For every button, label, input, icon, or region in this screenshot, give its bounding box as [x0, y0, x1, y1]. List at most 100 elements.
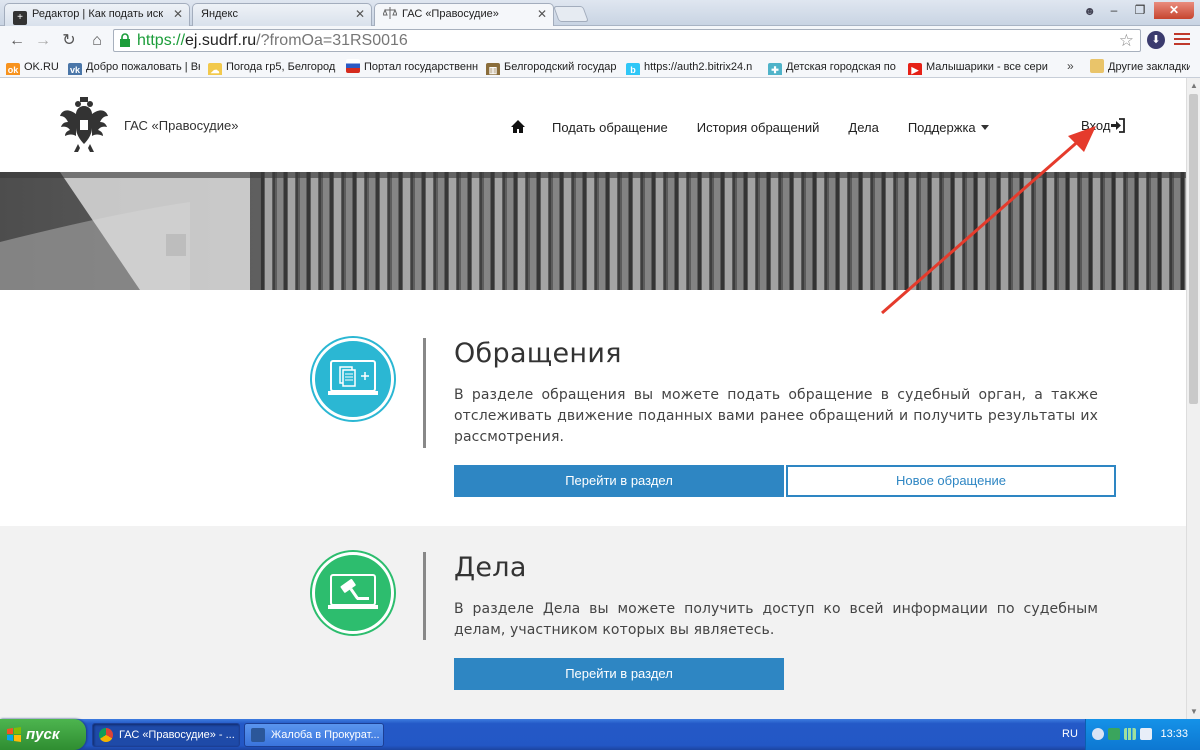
- cases-go-to-section-button[interactable]: Перейти в раздел: [454, 658, 784, 690]
- sign-in-icon: [1111, 118, 1126, 133]
- taskbar-item-word[interactable]: Жалоба в Прокурат...: [244, 723, 384, 747]
- ok-icon: ok: [6, 63, 20, 75]
- word-icon: [251, 728, 265, 742]
- bookmark-vk[interactable]: vk Добро пожаловать | Вк: [68, 59, 200, 75]
- site-title[interactable]: ГАС «Правосудие»: [124, 118, 238, 133]
- header-banner-image: [0, 172, 1186, 290]
- caret-down-icon: [980, 124, 989, 130]
- tab-editor[interactable]: + Редактор | Как подать иск ✕: [4, 3, 190, 26]
- browser-tab-strip: + Редактор | Как подать иск ✕ Яндекс ✕ ГА…: [0, 0, 1200, 27]
- youtube-icon: ▶: [908, 63, 922, 75]
- minimize-button[interactable]: –: [1102, 2, 1126, 19]
- menu-icon[interactable]: [1174, 33, 1190, 47]
- reload-button[interactable]: ↻: [58, 30, 80, 52]
- close-icon[interactable]: ✕: [173, 4, 183, 25]
- bitrix-icon: b: [626, 63, 640, 75]
- windows-taskbar: пуск ГАС «Правосудие» - ... Жалоба в Про…: [0, 719, 1200, 750]
- bookmark-bitrix[interactable]: b https://auth2.bitrix24.n: [626, 59, 760, 75]
- scales-icon: [382, 6, 398, 20]
- start-button[interactable]: пуск: [0, 719, 86, 750]
- close-window-button[interactable]: ✕: [1154, 2, 1194, 19]
- cases-title: Дела: [454, 552, 527, 583]
- user-icon[interactable]: ☻: [1083, 4, 1096, 18]
- address-bar[interactable]: https://ej.sudrf.ru/?fromOa=31RS0016 ☆: [113, 29, 1141, 52]
- url-host: ej.sudrf.ru: [185, 32, 257, 49]
- other-bookmarks[interactable]: Другие закладки: [1090, 59, 1190, 75]
- building-icon: ▥: [486, 63, 500, 75]
- bookmark-label: Малышарики - все сери: [926, 61, 1048, 73]
- page-viewport: ГАС «Правосудие» Подать обращение Истори…: [0, 78, 1186, 719]
- bookmark-label: Погода гр5, Белгород: [226, 61, 336, 73]
- home-icon[interactable]: [510, 119, 526, 135]
- forward-button[interactable]: →: [32, 30, 54, 52]
- arrow-icon[interactable]: [1092, 728, 1104, 740]
- nav-appeal-history[interactable]: История обращений: [697, 120, 820, 135]
- other-bookmarks-label: Другие закладки: [1108, 61, 1190, 73]
- site-header: ГАС «Правосудие» Подать обращение Истори…: [0, 78, 1186, 172]
- language-indicator[interactable]: RU: [1062, 728, 1078, 740]
- url-path: /?fromOa=31RS0016: [256, 32, 408, 49]
- main-navigation: Подать обращение История обращений Дела …: [510, 118, 1018, 136]
- tab-pravosudie[interactable]: ГАС «Правосудие» ✕: [374, 3, 554, 27]
- vk-icon: vk: [68, 63, 82, 75]
- browser-toolbar: ← → ↻ ⌂ https://ej.sudrf.ru/?fromOa=31RS…: [0, 26, 1200, 56]
- bookmarks-more-button[interactable]: »: [1067, 59, 1074, 73]
- appeals-title: Обращения: [454, 338, 622, 369]
- clock[interactable]: 13:33: [1160, 728, 1188, 740]
- lock-icon: [120, 33, 130, 47]
- home-button[interactable]: ⌂: [86, 30, 108, 52]
- cases-description: В разделе Дела вы можете получить доступ…: [454, 601, 1098, 638]
- tab-yandex[interactable]: Яндекс ✕: [192, 3, 372, 26]
- bookmark-star-icon[interactable]: ☆: [1119, 30, 1134, 51]
- close-icon[interactable]: ✕: [355, 4, 365, 25]
- section-appeals: Обращения В разделе обращения вы можете …: [0, 290, 1186, 526]
- cross-icon: ✚: [768, 63, 782, 75]
- nav-support-label: Поддержка: [907, 119, 976, 135]
- chrome-icon: [99, 728, 113, 742]
- appeals-icon: [312, 338, 394, 420]
- new-tab-button[interactable]: [553, 6, 589, 22]
- back-button[interactable]: ←: [6, 30, 28, 52]
- network-icon[interactable]: [1140, 728, 1152, 740]
- nav-cases[interactable]: Дела: [848, 120, 878, 135]
- bookmark-youtube[interactable]: ▶ Малышарики - все сери: [908, 59, 1048, 75]
- restore-button[interactable]: ❐: [1128, 2, 1152, 19]
- section-divider: [423, 552, 426, 640]
- tab-title: Яндекс: [201, 8, 238, 20]
- appeals-go-to-section-button[interactable]: Перейти в раздел: [454, 465, 784, 497]
- url-scheme: https://: [137, 32, 186, 49]
- login-link[interactable]: Вход: [1081, 118, 1126, 133]
- russia-flag-icon: [346, 59, 360, 73]
- bookmark-weather[interactable]: ☁ Погода гр5, Белгород: [208, 59, 340, 75]
- bookmark-label: Детская городская по: [786, 61, 896, 73]
- nav-support-dropdown[interactable]: Поддержка: [908, 120, 989, 135]
- new-appeal-button[interactable]: Новое обращение: [786, 465, 1116, 497]
- bookmark-label: Добро пожаловать | Вк: [86, 61, 200, 73]
- scroll-down-icon[interactable]: ▼: [1190, 707, 1198, 716]
- bookmark-gosuslugi[interactable]: Портал государственн: [346, 59, 478, 75]
- section-divider: [423, 338, 426, 448]
- taskbar-item-chrome[interactable]: ГАС «Правосудие» - ...: [92, 723, 240, 747]
- scrollbar-thumb[interactable]: [1189, 94, 1198, 404]
- bookmark-label: https://auth2.bitrix24.n: [644, 61, 753, 73]
- shield-icon[interactable]: [1108, 728, 1120, 740]
- bookmark-label: Белгородский государ: [504, 61, 617, 73]
- url-text: https://ej.sudrf.ru/?fromOa=31RS0016: [137, 31, 408, 51]
- windows-logo-icon: [7, 727, 21, 742]
- bookmark-ok[interactable]: ok OK.RU: [6, 59, 66, 75]
- bookmark-belgorod-univ[interactable]: ▥ Белгородский государ: [486, 59, 618, 75]
- tab-title: Редактор | Как подать иск: [32, 8, 164, 20]
- nav-submit-appeal[interactable]: Подать обращение: [552, 120, 668, 135]
- signal-icon[interactable]: [1124, 728, 1136, 740]
- extension-shield-icon[interactable]: ⬇: [1147, 31, 1165, 49]
- page-scrollbar[interactable]: ▲ ▼: [1186, 78, 1200, 719]
- coat-of-arms-icon[interactable]: [58, 96, 110, 154]
- bookmark-children-hospital[interactable]: ✚ Детская городская по: [768, 59, 900, 75]
- plus-icon: +: [13, 11, 27, 25]
- tab-title: ГАС «Правосудие»: [402, 8, 499, 20]
- close-icon[interactable]: ✕: [537, 4, 547, 25]
- login-label: Вход: [1081, 118, 1111, 133]
- start-label: пуск: [26, 726, 60, 743]
- scroll-up-icon[interactable]: ▲: [1190, 81, 1198, 90]
- taskbar-item-label: ГАС «Правосудие» - ...: [119, 729, 235, 741]
